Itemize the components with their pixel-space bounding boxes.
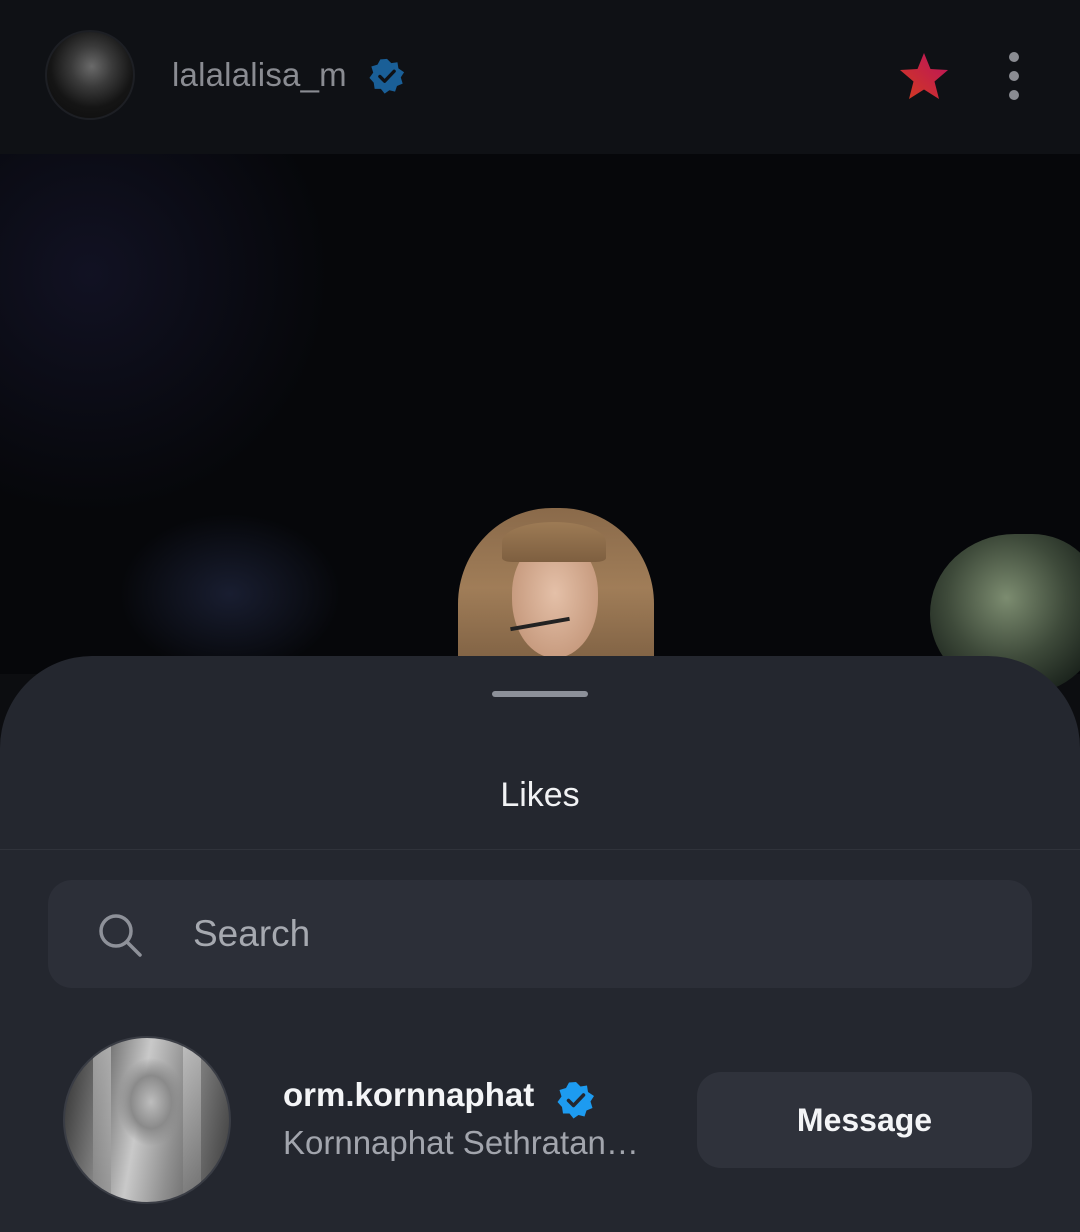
search-input[interactable] [193,908,893,960]
post-header: lalalalisa_m [0,0,1080,154]
verified-badge-icon [557,1082,594,1119]
more-vertical-icon[interactable] [996,50,1032,104]
media-performer-shape [450,508,660,708]
author-avatar[interactable] [45,30,135,120]
user-full-name: Kornnaphat Sethratan… [283,1124,639,1161]
author-username[interactable]: lalalalisa_m [172,56,347,94]
search-bar[interactable] [48,880,1032,988]
star-icon[interactable] [898,52,950,102]
sheet-drag-handle[interactable] [492,691,588,697]
search-icon [99,914,142,957]
sheet-divider [0,849,1080,850]
list-item[interactable]: orm.kornnaphat Kornnaphat Sethratan… Mes… [0,1034,1080,1206]
user-username[interactable]: orm.kornnaphat [283,1076,534,1114]
sheet-title: Likes [500,776,580,814]
avatar[interactable] [63,1036,231,1204]
verified-badge-icon [369,58,405,94]
instagram-post-screen: lalalalisa_m Likes Search orm.kornnaphat… [0,0,1080,1232]
post-media[interactable] [0,154,1080,708]
likes-bottom-sheet: Likes orm.kornnaphat Kornnaphat Sethrata… [0,656,1080,1232]
message-button[interactable]: Message [697,1072,1032,1168]
